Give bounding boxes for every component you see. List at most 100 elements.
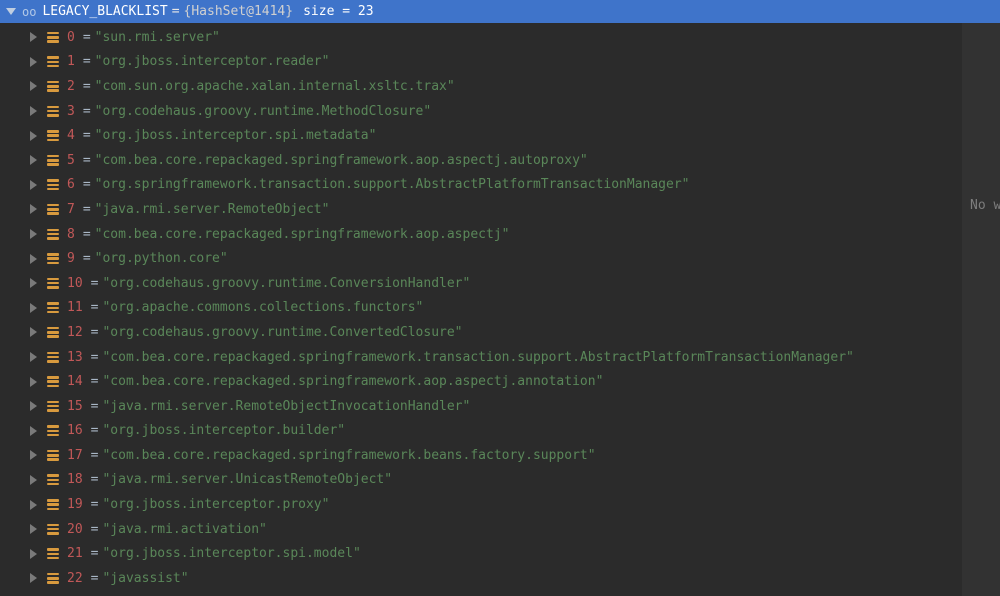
item-value: "org.jboss.interceptor.spi.metadata" xyxy=(95,128,377,143)
expand-arrow-icon[interactable] xyxy=(30,524,37,534)
list-item[interactable]: 4="org.jboss.interceptor.spi.metadata" xyxy=(0,123,1000,148)
list-item[interactable]: 1="org.jboss.interceptor.reader" xyxy=(0,50,1000,75)
variable-name: LEGACY_BLACKLIST xyxy=(42,4,167,19)
expand-arrow-icon[interactable] xyxy=(30,500,37,510)
expand-arrow-icon[interactable] xyxy=(30,81,37,91)
item-index: 6 xyxy=(67,177,75,192)
list-item[interactable]: 8="com.bea.core.repackaged.springframewo… xyxy=(0,222,1000,247)
array-element-icon xyxy=(47,155,59,166)
list-item[interactable]: 7 = "java.rmi.server.RemoteObject" xyxy=(0,197,1000,222)
item-value: "java.rmi.server.RemoteObject" xyxy=(95,202,330,217)
item-value: "org.codehaus.groovy.runtime.MethodClosu… xyxy=(95,104,432,119)
equals-sign: = xyxy=(91,276,99,291)
list-item[interactable]: 5="com.bea.core.repackaged.springframewo… xyxy=(0,148,1000,173)
expand-arrow-icon[interactable] xyxy=(30,573,37,583)
list-item[interactable]: 9="org.python.core" xyxy=(0,246,1000,271)
list-item[interactable]: 17="com.bea.core.repackaged.springframew… xyxy=(0,443,1000,468)
item-index: 7 xyxy=(67,202,75,217)
item-value: "com.bea.core.repackaged.springframework… xyxy=(95,153,588,168)
item-index: 2 xyxy=(67,79,75,94)
list-item[interactable]: 14="com.bea.core.repackaged.springframew… xyxy=(0,369,1000,394)
array-element-icon xyxy=(47,548,59,559)
item-value: "org.springframework.transaction.support… xyxy=(95,177,690,192)
expand-arrow-icon[interactable] xyxy=(30,327,37,337)
expand-arrow-icon[interactable] xyxy=(30,180,37,190)
expand-arrow-icon[interactable] xyxy=(30,303,37,313)
equals-sign: = xyxy=(83,177,91,192)
array-element-icon xyxy=(47,278,59,289)
array-element-icon xyxy=(47,352,59,363)
variable-header-row[interactable]: oo LEGACY_BLACKLIST = {HashSet@1414} siz… xyxy=(0,0,1000,23)
expand-arrow-icon[interactable] xyxy=(30,549,37,559)
expand-arrow-icon[interactable] xyxy=(30,278,37,288)
list-item[interactable]: 3 = "org.codehaus.groovy.runtime.MethodClo… xyxy=(0,99,1000,124)
list-item[interactable]: 18="java.rmi.server.UnicastRemoteObject" xyxy=(0,468,1000,493)
array-element-icon xyxy=(47,204,59,215)
array-element-icon xyxy=(47,425,59,436)
equals-sign: = xyxy=(172,4,180,19)
expand-arrow-icon[interactable] xyxy=(30,229,37,239)
list-item[interactable]: 10="org.codehaus.groovy.runtime.Conversi… xyxy=(0,271,1000,296)
item-value: "java.rmi.server.RemoteObjectInvocationH… xyxy=(102,399,470,414)
array-element-icon xyxy=(47,302,59,313)
list-item[interactable]: 12="org.codehaus.groovy.runtime.Converte… xyxy=(0,320,1000,345)
array-element-icon xyxy=(47,450,59,461)
equals-sign: = xyxy=(83,104,91,119)
equals-sign: = xyxy=(83,153,91,168)
expand-arrow-icon[interactable] xyxy=(30,377,37,387)
item-index: 3 xyxy=(67,104,75,119)
array-element-icon xyxy=(47,376,59,387)
list-item[interactable]: 6 = "org.springframework.transaction.suppo… xyxy=(0,173,1000,198)
collapse-arrow-icon[interactable] xyxy=(6,8,16,15)
list-item[interactable]: 22="javassist" xyxy=(0,566,1000,591)
list-item[interactable]: 0="sun.rmi.server" xyxy=(0,25,1000,50)
item-value: "org.jboss.interceptor.spi.model" xyxy=(102,546,360,561)
equals-sign: = xyxy=(91,497,99,512)
object-reference: {HashSet@1414} xyxy=(184,4,294,19)
equals-sign: = xyxy=(83,128,91,143)
expand-arrow-icon[interactable] xyxy=(30,204,37,214)
expand-arrow-icon[interactable] xyxy=(30,352,37,362)
object-type-icon: oo xyxy=(22,5,36,19)
equals-sign: = xyxy=(83,30,91,45)
expand-arrow-icon[interactable] xyxy=(30,155,37,165)
list-item[interactable]: 11="org.apache.commons.collections.funct… xyxy=(0,296,1000,321)
equals-sign: = xyxy=(91,448,99,463)
item-value: "javassist" xyxy=(102,571,188,586)
list-item[interactable]: 16="org.jboss.interceptor.builder" xyxy=(0,419,1000,444)
array-element-icon xyxy=(47,130,59,141)
list-item[interactable]: 19="org.jboss.interceptor.proxy" xyxy=(0,492,1000,517)
expand-arrow-icon[interactable] xyxy=(30,426,37,436)
equals-sign: = xyxy=(83,202,91,217)
expand-arrow-icon[interactable] xyxy=(30,475,37,485)
expand-arrow-icon[interactable] xyxy=(30,450,37,460)
item-value: "com.bea.core.repackaged.springframework… xyxy=(102,374,603,389)
equals-sign: = xyxy=(91,472,99,487)
expand-arrow-icon[interactable] xyxy=(30,106,37,116)
array-element-icon xyxy=(47,401,59,412)
item-index: 11 xyxy=(67,300,83,315)
list-item[interactable]: 13="com.bea.core.repackaged.springframew… xyxy=(0,345,1000,370)
expand-arrow-icon[interactable] xyxy=(30,401,37,411)
list-item[interactable]: 20="java.rmi.activation" xyxy=(0,517,1000,542)
array-element-icon xyxy=(47,106,59,117)
item-index: 13 xyxy=(67,350,83,365)
item-value: "org.codehaus.groovy.runtime.ConversionH… xyxy=(102,276,470,291)
expand-arrow-icon[interactable] xyxy=(30,254,37,264)
item-index: 8 xyxy=(67,227,75,242)
item-index: 18 xyxy=(67,472,83,487)
equals-sign: = xyxy=(83,79,91,94)
list-item[interactable]: 15="java.rmi.server.RemoteObjectInvocati… xyxy=(0,394,1000,419)
equals-sign: = xyxy=(91,522,99,537)
item-index: 17 xyxy=(67,448,83,463)
equals-sign: = xyxy=(91,325,99,340)
expand-arrow-icon[interactable] xyxy=(30,131,37,141)
item-value: "org.codehaus.groovy.runtime.ConvertedCl… xyxy=(102,325,462,340)
size-label: size = 23 xyxy=(303,4,373,19)
expand-arrow-icon[interactable] xyxy=(30,57,37,67)
expand-arrow-icon[interactable] xyxy=(30,32,37,42)
list-item[interactable]: 21="org.jboss.interceptor.spi.model" xyxy=(0,541,1000,566)
item-index: 15 xyxy=(67,399,83,414)
list-item[interactable]: 2="com.sun.org.apache.xalan.internal.xsl… xyxy=(0,74,1000,99)
item-index: 9 xyxy=(67,251,75,266)
